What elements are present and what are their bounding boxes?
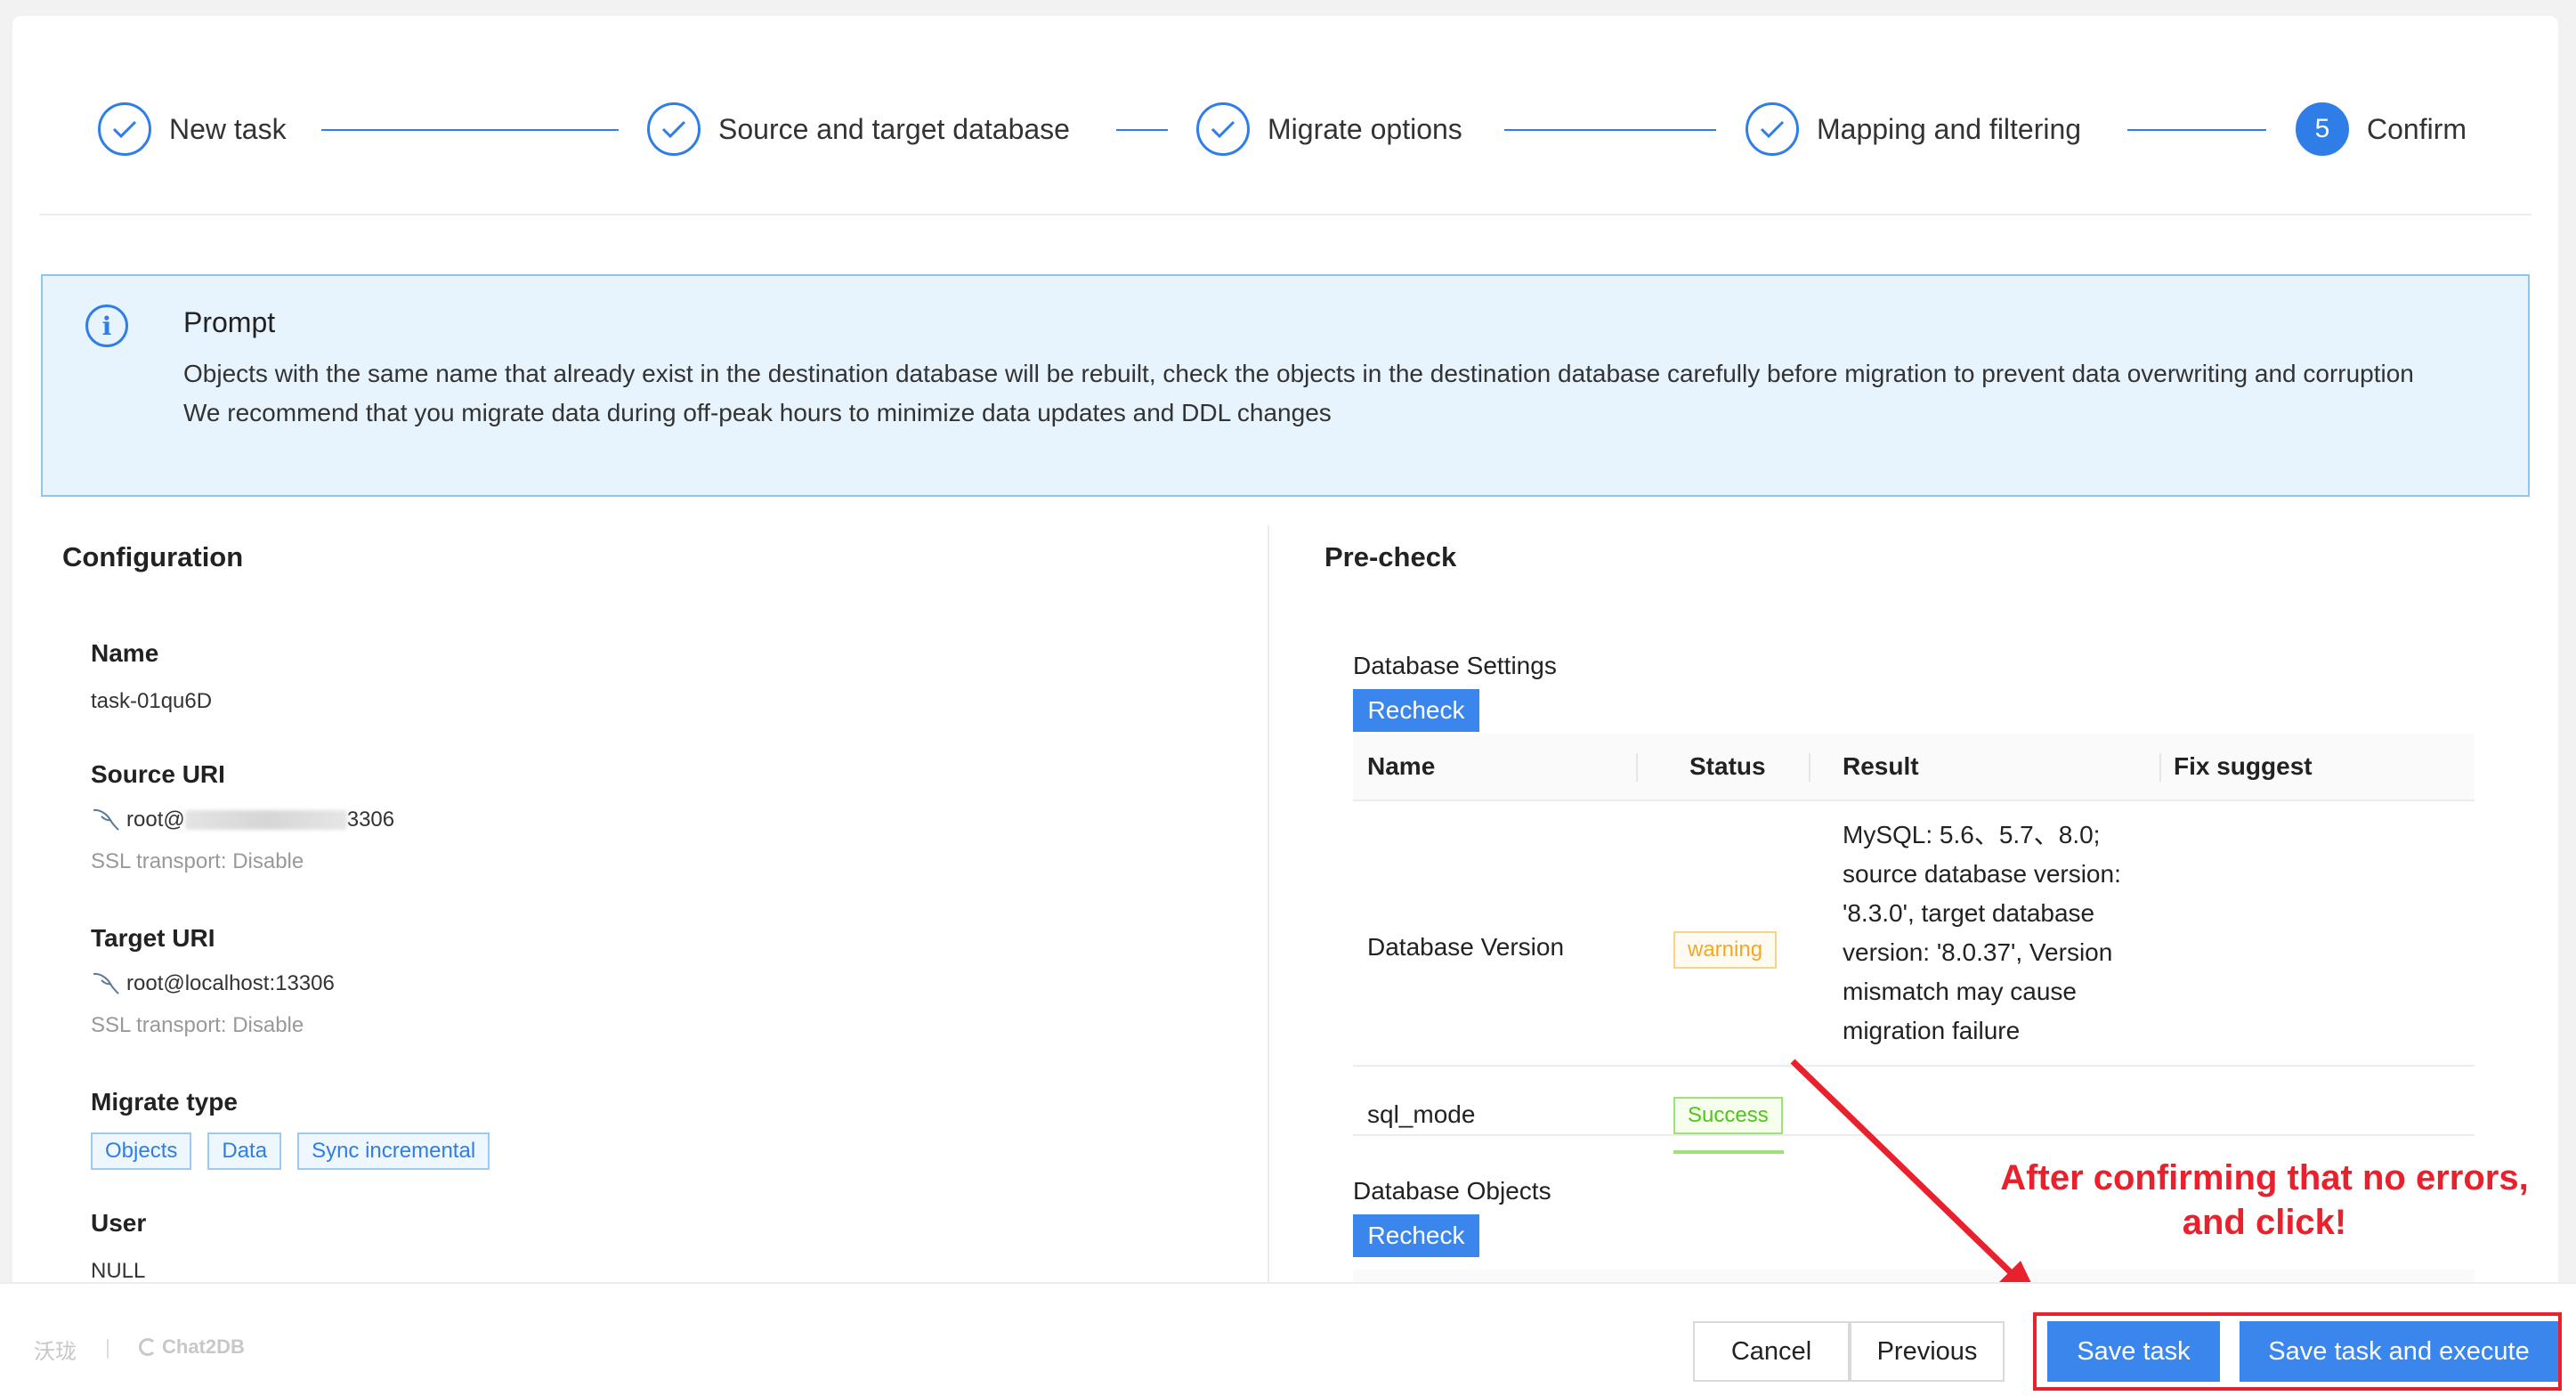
source-uri: root@ 3306 [91,807,394,833]
step-connector [1504,129,1716,131]
precheck-table-header: Name Status Result Fix suggest [1353,734,2475,801]
recheck-objects-button[interactable]: Recheck [1353,1214,1479,1257]
step-source-target-db: Source and target database [647,100,1070,158]
source-uri-label: Source URI [91,760,225,788]
row-result: MySQL: 5.6、5.7、8.0; source database vers… [1843,816,2121,1051]
step-mapping-filtering: Mapping and filtering [1746,100,2081,158]
result-line: version: '8.0.37', Version [1843,938,2113,966]
migrate-type-label: Migrate type [91,1088,238,1116]
vendor-logo: 沃珑 [34,1340,77,1364]
step-label: Confirm [2367,112,2467,145]
stepper: New task Source and target database Migr… [12,16,2558,215]
column-separator [1809,753,1810,782]
step-label: New task [169,112,287,145]
chat2db-logo: Chat2DB [139,1335,245,1359]
step-label: Source and target database [718,112,1070,145]
configuration-title: Configuration [62,541,244,572]
step-connector [321,129,619,131]
step-label: Migrate options [1268,112,1462,145]
tag-objects: Objects [91,1132,192,1170]
column-name: Name [1367,752,1436,780]
prompt-title: Prompt [183,306,276,338]
user-label: User [91,1209,147,1237]
prompt-alert: i Prompt Objects with the same name that… [41,274,2530,497]
save-task-button[interactable]: Save task [2047,1321,2220,1382]
check-icon [98,102,151,156]
column-divider [1268,525,1269,1291]
annotation-line: After confirming that no errors, [2000,1158,2529,1197]
source-ssl: SSL transport: Disable [91,849,304,873]
column-separator [2159,753,2161,782]
redacted-host [184,810,347,830]
instruction-annotation: After confirming that no errors, and cli… [1962,1156,2558,1245]
target-uri-value: root@localhost:13306 [126,971,335,995]
name-value: task-01qu6D [91,689,213,713]
task-wizard-card: New task Source and target database Migr… [12,16,2558,1394]
tag-sync-incremental: Sync incremental [297,1132,490,1170]
chat2db-logo-icon [139,1338,157,1356]
prompt-line: We recommend that you migrate data durin… [183,399,1332,426]
mysql-dolphin-icon [93,808,119,831]
result-line: '8.3.0', target database [1843,899,2095,927]
step-migrate-options: Migrate options [1196,100,1462,158]
status-badge-warning: warning [1673,931,1778,969]
check-icon [1746,102,1799,156]
row-name: Database Version [1367,933,1565,961]
check-icon [647,102,701,156]
step-label: Mapping and filtering [1817,112,2082,145]
result-line: MySQL: 5.6、5.7、8.0; [1843,821,2101,848]
logo-separator [107,1339,109,1359]
column-fix-suggest: Fix suggest [2174,752,2313,780]
step-number: 5 [2296,102,2349,156]
row-divider [1353,1134,2475,1136]
user-value: NULL [91,1259,146,1283]
step-new-task: New task [98,100,287,158]
source-uri-user: root@ [126,808,185,832]
recheck-settings-button[interactable]: Recheck [1353,689,1479,732]
result-line: source database version: [1843,860,2121,888]
divider [39,214,2531,215]
result-line: migration failure [1843,1017,2021,1044]
annotation-line: and click! [2182,1203,2347,1242]
footer-bar: 沃珑 Chat2DB Cancel Previous Save task Sav… [0,1282,2576,1396]
name-label: Name [91,639,159,667]
scroll-hint [1673,1150,1784,1154]
info-icon: i [85,304,128,347]
column-separator [1636,753,1638,782]
save-and-execute-button[interactable]: Save task and execute [2240,1321,2558,1382]
result-line: mismatch may cause [1843,978,2077,1005]
step-connector [1116,129,1168,131]
source-uri-port: 3306 [346,808,395,832]
mysql-dolphin-icon [93,972,119,994]
step-confirm: 5 Confirm [2296,100,2467,158]
target-uri: root@localhost:13306 [91,970,335,997]
target-uri-label: Target URI [91,924,215,952]
tag-data: Data [207,1132,282,1170]
row-name: sql_mode [1367,1100,1476,1128]
check-icon [1196,102,1250,156]
column-result: Result [1843,752,1919,780]
chat2db-logo-text: Chat2DB [162,1335,245,1358]
precheck-title: Pre-check [1324,541,1457,572]
cancel-button[interactable]: Cancel [1693,1321,1850,1382]
status-badge-success: Success [1673,1097,1783,1134]
database-settings-label: Database Settings [1353,652,1557,679]
target-ssl: SSL transport: Disable [91,1013,304,1037]
column-status: Status [1689,752,1766,780]
migrate-type-tags: Objects Data Sync incremental [91,1132,490,1170]
prompt-line: Objects with the same name that already … [183,360,2414,387]
prompt-body: Objects with the same name that already … [183,354,2480,433]
database-objects-label: Database Objects [1353,1177,1551,1205]
previous-button[interactable]: Previous [1850,1321,2005,1382]
step-connector [2127,129,2266,131]
row-divider [1353,1065,2475,1067]
